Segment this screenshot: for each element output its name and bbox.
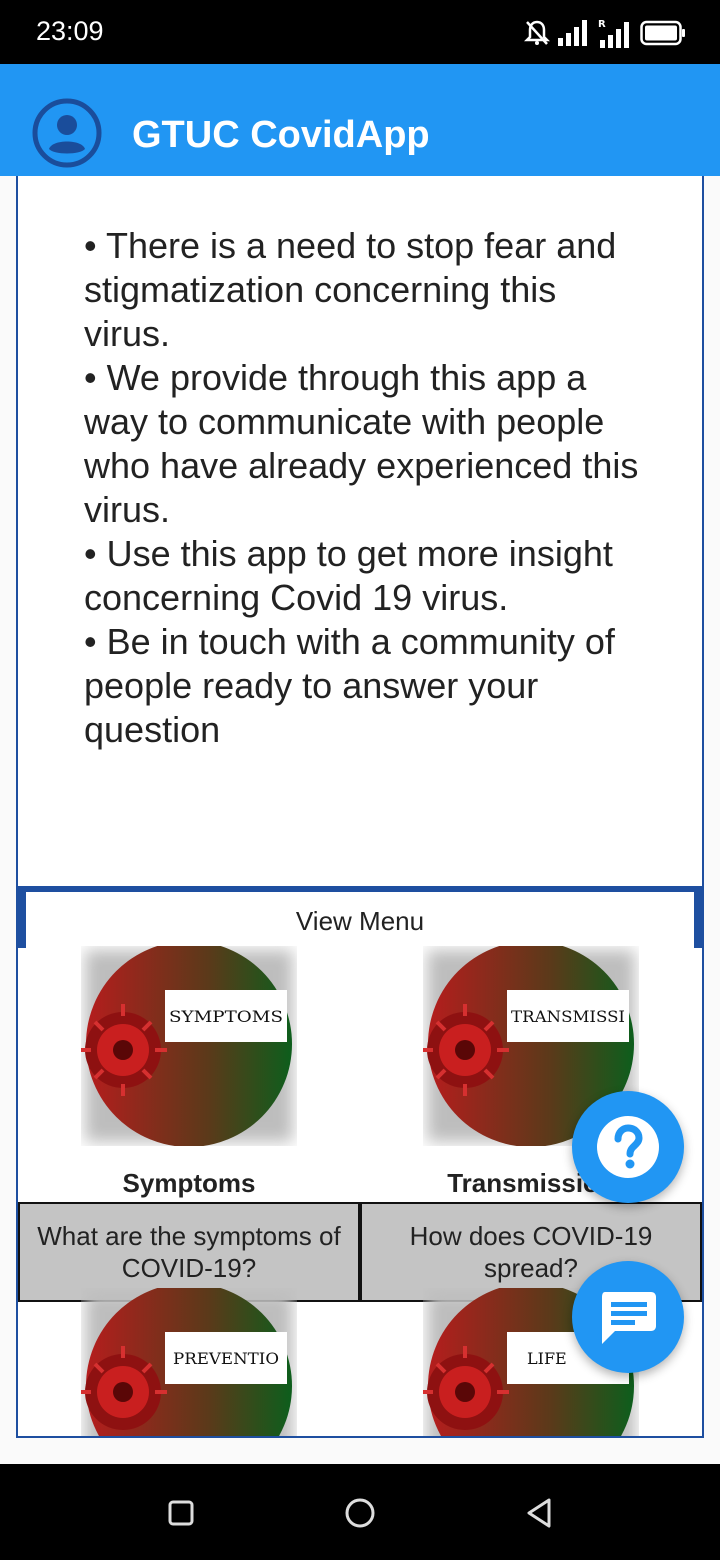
menu-tile-symptoms[interactable]: SYMPTOMS Symptoms What are the symptoms … (18, 946, 360, 1306)
battery-icon (640, 20, 685, 46)
system-nav-bar (0, 1464, 720, 1560)
tile-image-text: TRANSMISSI (511, 1007, 625, 1026)
tile-image-text: PREVENTIO (173, 1349, 279, 1368)
home-icon[interactable] (344, 1497, 376, 1529)
chat-icon (602, 1292, 656, 1344)
tile-title: Symptoms (122, 1168, 256, 1198)
mute-icon (524, 20, 550, 45)
app-title: GTUC CovidApp (132, 114, 430, 156)
view-menu-label: View Menu (295, 906, 425, 936)
intro-text: • There is a need to stop fear and stigm… (84, 224, 644, 752)
account-circle-icon[interactable] (32, 98, 102, 168)
virus-image: PREVENTIO (81, 1288, 293, 1436)
recents-icon[interactable] (168, 1500, 194, 1526)
main-card[interactable]: • There is a need to stop fear and stigm… (16, 176, 704, 1438)
status-icons: R (524, 16, 686, 50)
virus-image: SYMPTOMS (81, 946, 293, 1146)
status-time: 23:09 (36, 16, 104, 46)
chat-button[interactable] (572, 1261, 684, 1373)
intro-paragraph: • Be in touch with a community of people… (84, 621, 615, 750)
help-icon (597, 1116, 659, 1178)
menu-tile-prevention[interactable]: PREVENTIO (18, 1288, 360, 1436)
intro-paragraph: • There is a need to stop fear and stigm… (84, 225, 617, 354)
help-button[interactable] (572, 1091, 684, 1203)
tile-image-text: SYMPTOMS (169, 1007, 283, 1026)
app-bar: GTUC CovidApp (0, 64, 720, 176)
intro-paragraph: • Use this app to get more insight conce… (84, 533, 613, 618)
signal-roaming-icon: R (598, 19, 629, 48)
tile-description[interactable]: What are the symptoms of COVID-19? (18, 1202, 360, 1302)
signal-icon (558, 20, 587, 46)
view-menu-header[interactable]: View Menu (18, 886, 702, 948)
tile-image-text: LIFE (527, 1349, 567, 1368)
back-icon[interactable] (524, 1497, 554, 1529)
intro-paragraph: • We provide through this app a way to c… (84, 357, 639, 530)
status-bar: 23:09 R (0, 0, 720, 64)
svg-text:R: R (598, 19, 606, 30)
